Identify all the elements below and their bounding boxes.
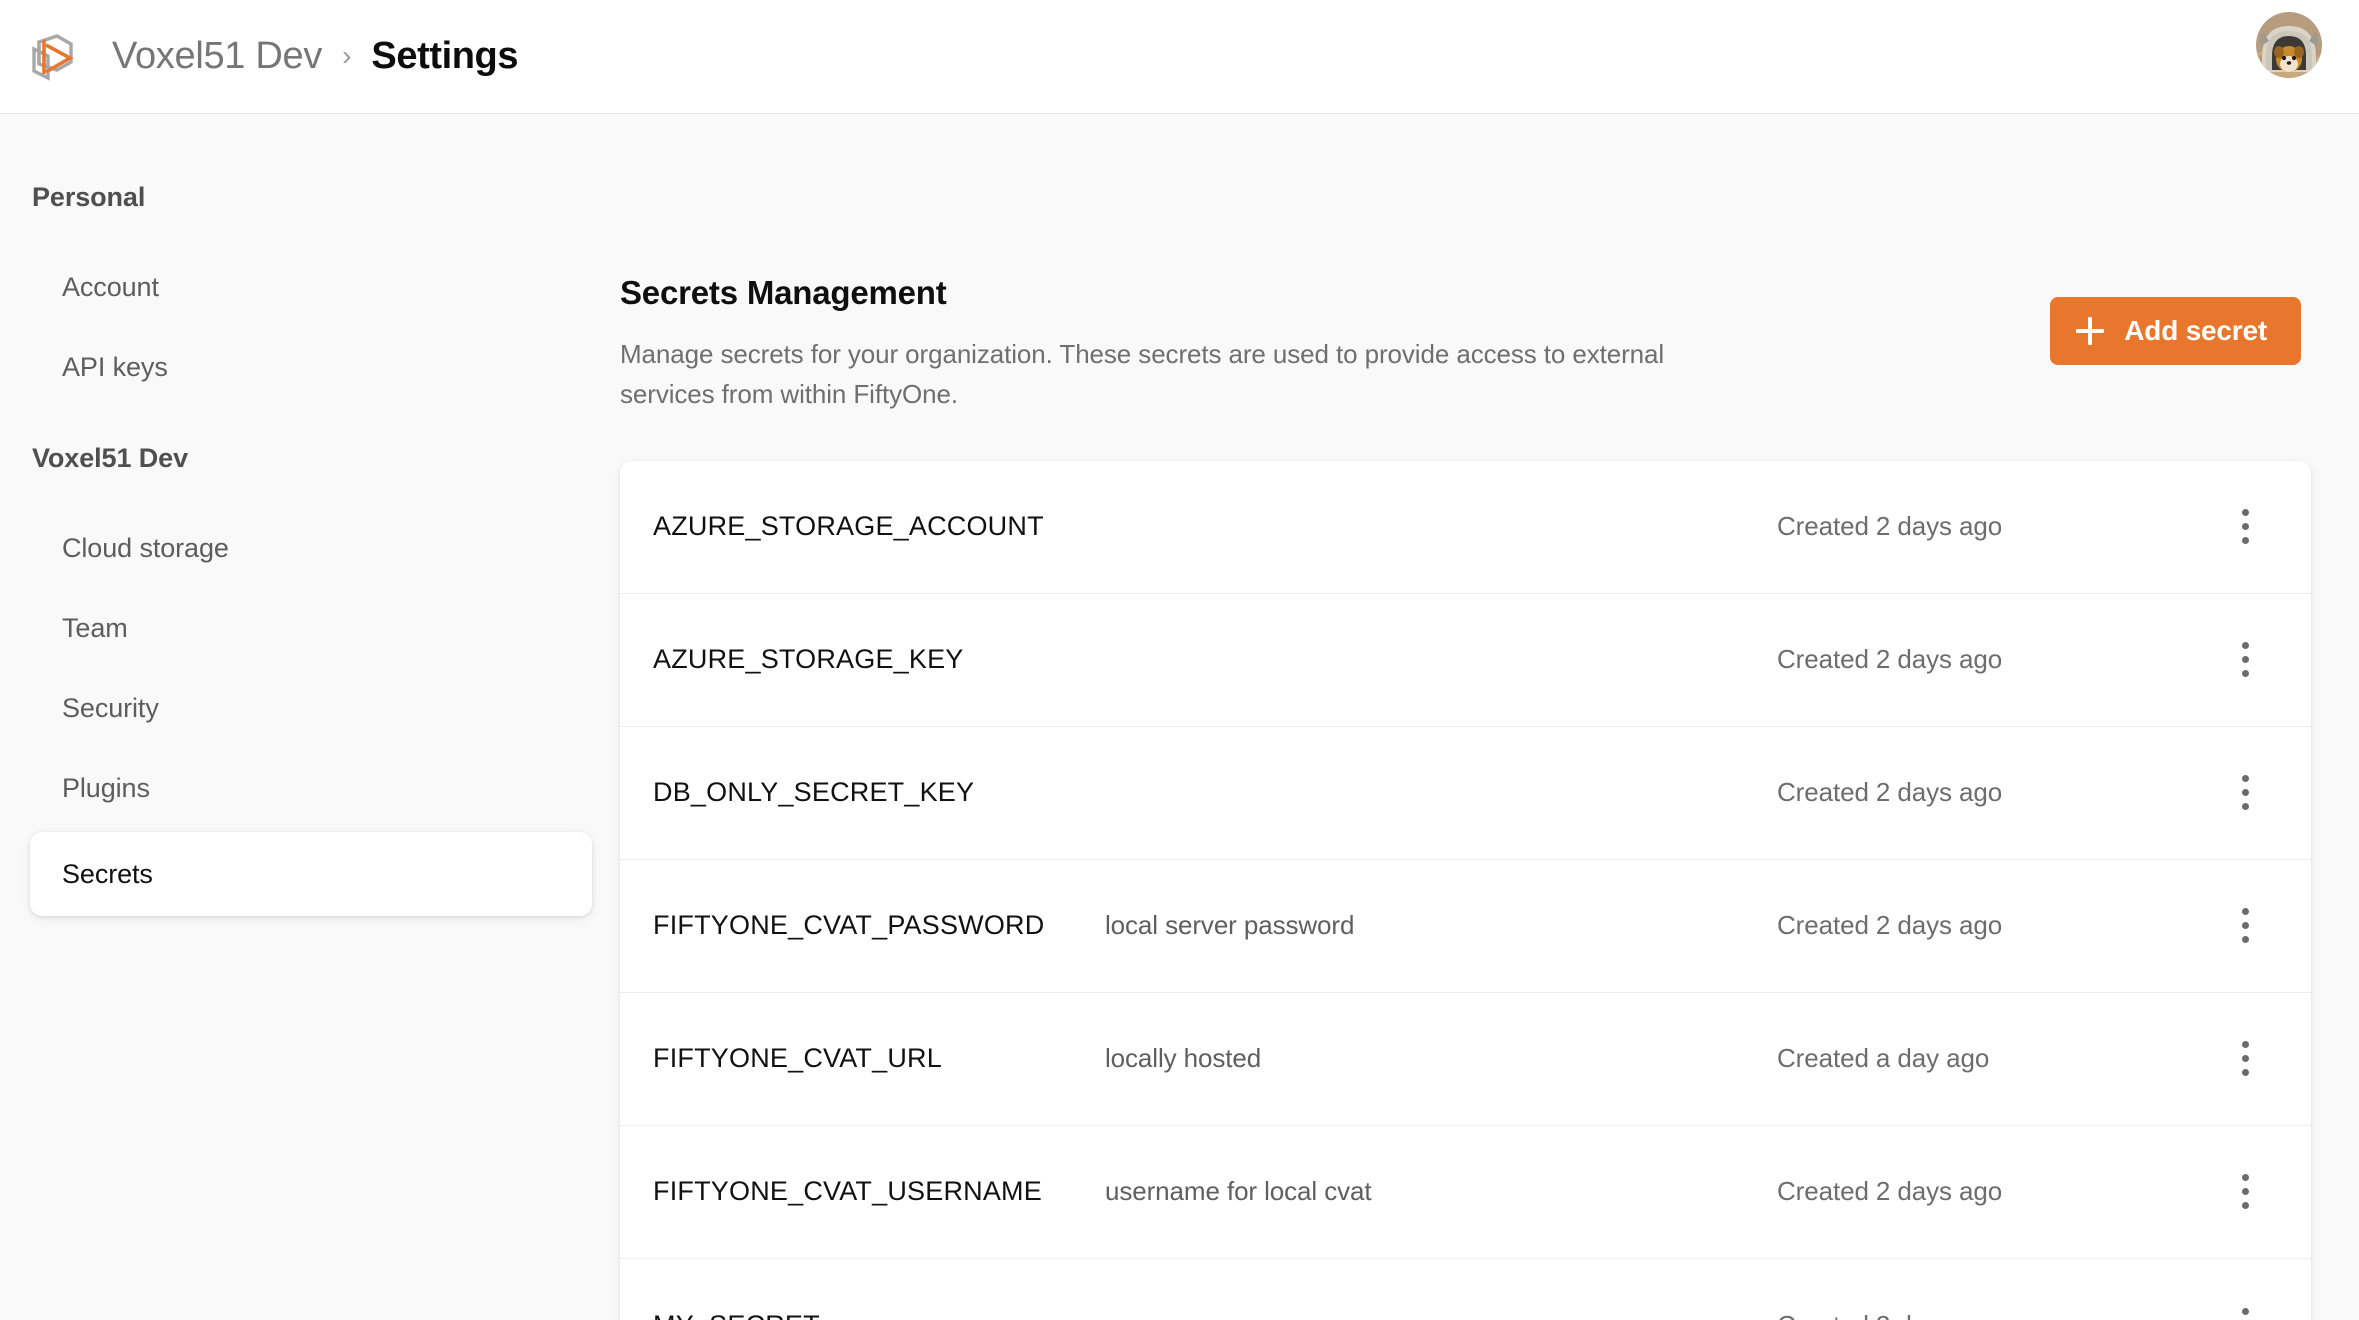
sidebar-group-org-title: Voxel51 Dev — [32, 443, 188, 473]
row-actions-button[interactable] — [2197, 1307, 2293, 1320]
secrets-panel: Secrets Management Manage secrets for yo… — [620, 114, 2359, 1320]
page-body: Personal Account API keys Voxel51 Dev Cl… — [0, 114, 2359, 1320]
secret-created-at: Created 2 days ago — [1777, 1176, 2003, 1207]
sidebar-item-team[interactable]: Team — [0, 588, 620, 668]
add-secret-button-label: Add secret — [2124, 315, 2267, 346]
secret-key: FIFTYONE_CVAT_USERNAME — [653, 1176, 1042, 1207]
avatar-image — [2256, 12, 2322, 78]
table-row[interactable]: FIFTYONE_CVAT_URL locally hosted Created a… — [620, 993, 2311, 1126]
sidebar-item-account[interactable]: Account — [0, 247, 620, 327]
sidebar-item-security[interactable]: Security — [0, 668, 620, 748]
plus-icon — [2076, 317, 2105, 345]
add-secret-button[interactable]: Add secret — [2050, 297, 2301, 365]
secret-key: AZURE_STORAGE_ACCOUNT — [653, 511, 1044, 542]
row-actions-button[interactable] — [2197, 1174, 2293, 1210]
avatar[interactable] — [2256, 12, 2322, 78]
table-row[interactable]: DB_ONLY_SECRET_KEY Created 2 days ago — [620, 727, 2311, 860]
kebab-menu-icon — [2241, 1174, 2249, 1210]
secret-created-at: Created 2 days ago — [1777, 910, 2003, 941]
secret-created-at: Created a day ago — [1777, 1043, 1990, 1074]
sidebar-group-personal-title: Personal — [32, 182, 146, 212]
kebab-menu-icon — [2241, 908, 2249, 944]
sidebar-item-secrets[interactable]: Secrets — [30, 832, 592, 916]
kebab-menu-icon — [2241, 642, 2249, 678]
panel-header-text: Secrets Management Manage secrets for yo… — [620, 274, 1710, 415]
secret-created-at: Created 2 days ago — [1777, 1310, 2197, 1320]
secret-key: DB_ONLY_SECRET_KEY — [653, 777, 975, 808]
secret-description: locally hosted — [1105, 1043, 1262, 1074]
row-actions-button[interactable] — [2197, 509, 2293, 545]
secret-description: username for local cvat — [1105, 1176, 1372, 1207]
page-subtitle: Manage secrets for your organization. Th… — [620, 339, 1665, 410]
row-actions-button[interactable] — [2197, 908, 2293, 944]
settings-sidebar: Personal Account API keys Voxel51 Dev Cl… — [0, 114, 620, 916]
kebab-menu-icon — [2241, 1307, 2249, 1320]
kebab-menu-icon — [2241, 775, 2249, 811]
table-row[interactable]: AZURE_STORAGE_ACCOUNT Created 2 days ago — [620, 461, 2311, 594]
table-row[interactable]: FIFTYONE_CVAT_PASSWORD local server passw… — [620, 860, 2311, 993]
sidebar-item-plugins[interactable]: Plugins — [0, 748, 620, 828]
kebab-menu-icon — [2241, 1041, 2249, 1077]
panel-header: Secrets Management Manage secrets for yo… — [620, 274, 2311, 415]
secret-key: MY_SECRET — [653, 1310, 1103, 1320]
table-row[interactable]: FIFTYONE_CVAT_USERNAME username for local… — [620, 1126, 2311, 1259]
secret-key: FIFTYONE_CVAT_URL — [653, 1043, 942, 1074]
secret-key: AZURE_STORAGE_KEY — [653, 644, 964, 675]
secret-created-at: Created 2 days ago — [1777, 644, 2003, 675]
breadcrumb-org[interactable]: Voxel51 Dev — [112, 35, 322, 78]
row-actions-button[interactable] — [2197, 642, 2293, 678]
secret-created-at: Created 2 days ago — [1777, 777, 2003, 808]
table-row[interactable]: MY_SECRET Created 2 days ago — [620, 1259, 2311, 1320]
row-actions-button[interactable] — [2197, 775, 2293, 811]
table-row[interactable]: AZURE_STORAGE_KEY Created 2 days ago — [620, 594, 2311, 727]
row-actions-button[interactable] — [2197, 1041, 2293, 1077]
chevron-right-icon: › — [342, 39, 352, 71]
secrets-table: AZURE_STORAGE_ACCOUNT Created 2 days ago A… — [620, 460, 2311, 1320]
page-title-breadcrumb: Settings — [371, 35, 519, 77]
breadcrumb: Voxel51 Dev › Settings — [112, 35, 519, 78]
secret-key: FIFTYONE_CVAT_PASSWORD — [653, 910, 1045, 941]
sidebar-item-cloud-storage[interactable]: Cloud storage — [0, 508, 620, 588]
top-bar: Voxel51 Dev › Settings — [0, 0, 2359, 114]
voxel51-logo-icon[interactable] — [26, 31, 78, 83]
kebab-menu-icon — [2241, 509, 2249, 545]
secret-created-at: Created 2 days ago — [1777, 511, 2003, 542]
secret-description: local server password — [1105, 910, 1355, 941]
page-title: Secrets Management — [620, 274, 947, 311]
sidebar-item-api-keys[interactable]: API keys — [0, 327, 620, 407]
